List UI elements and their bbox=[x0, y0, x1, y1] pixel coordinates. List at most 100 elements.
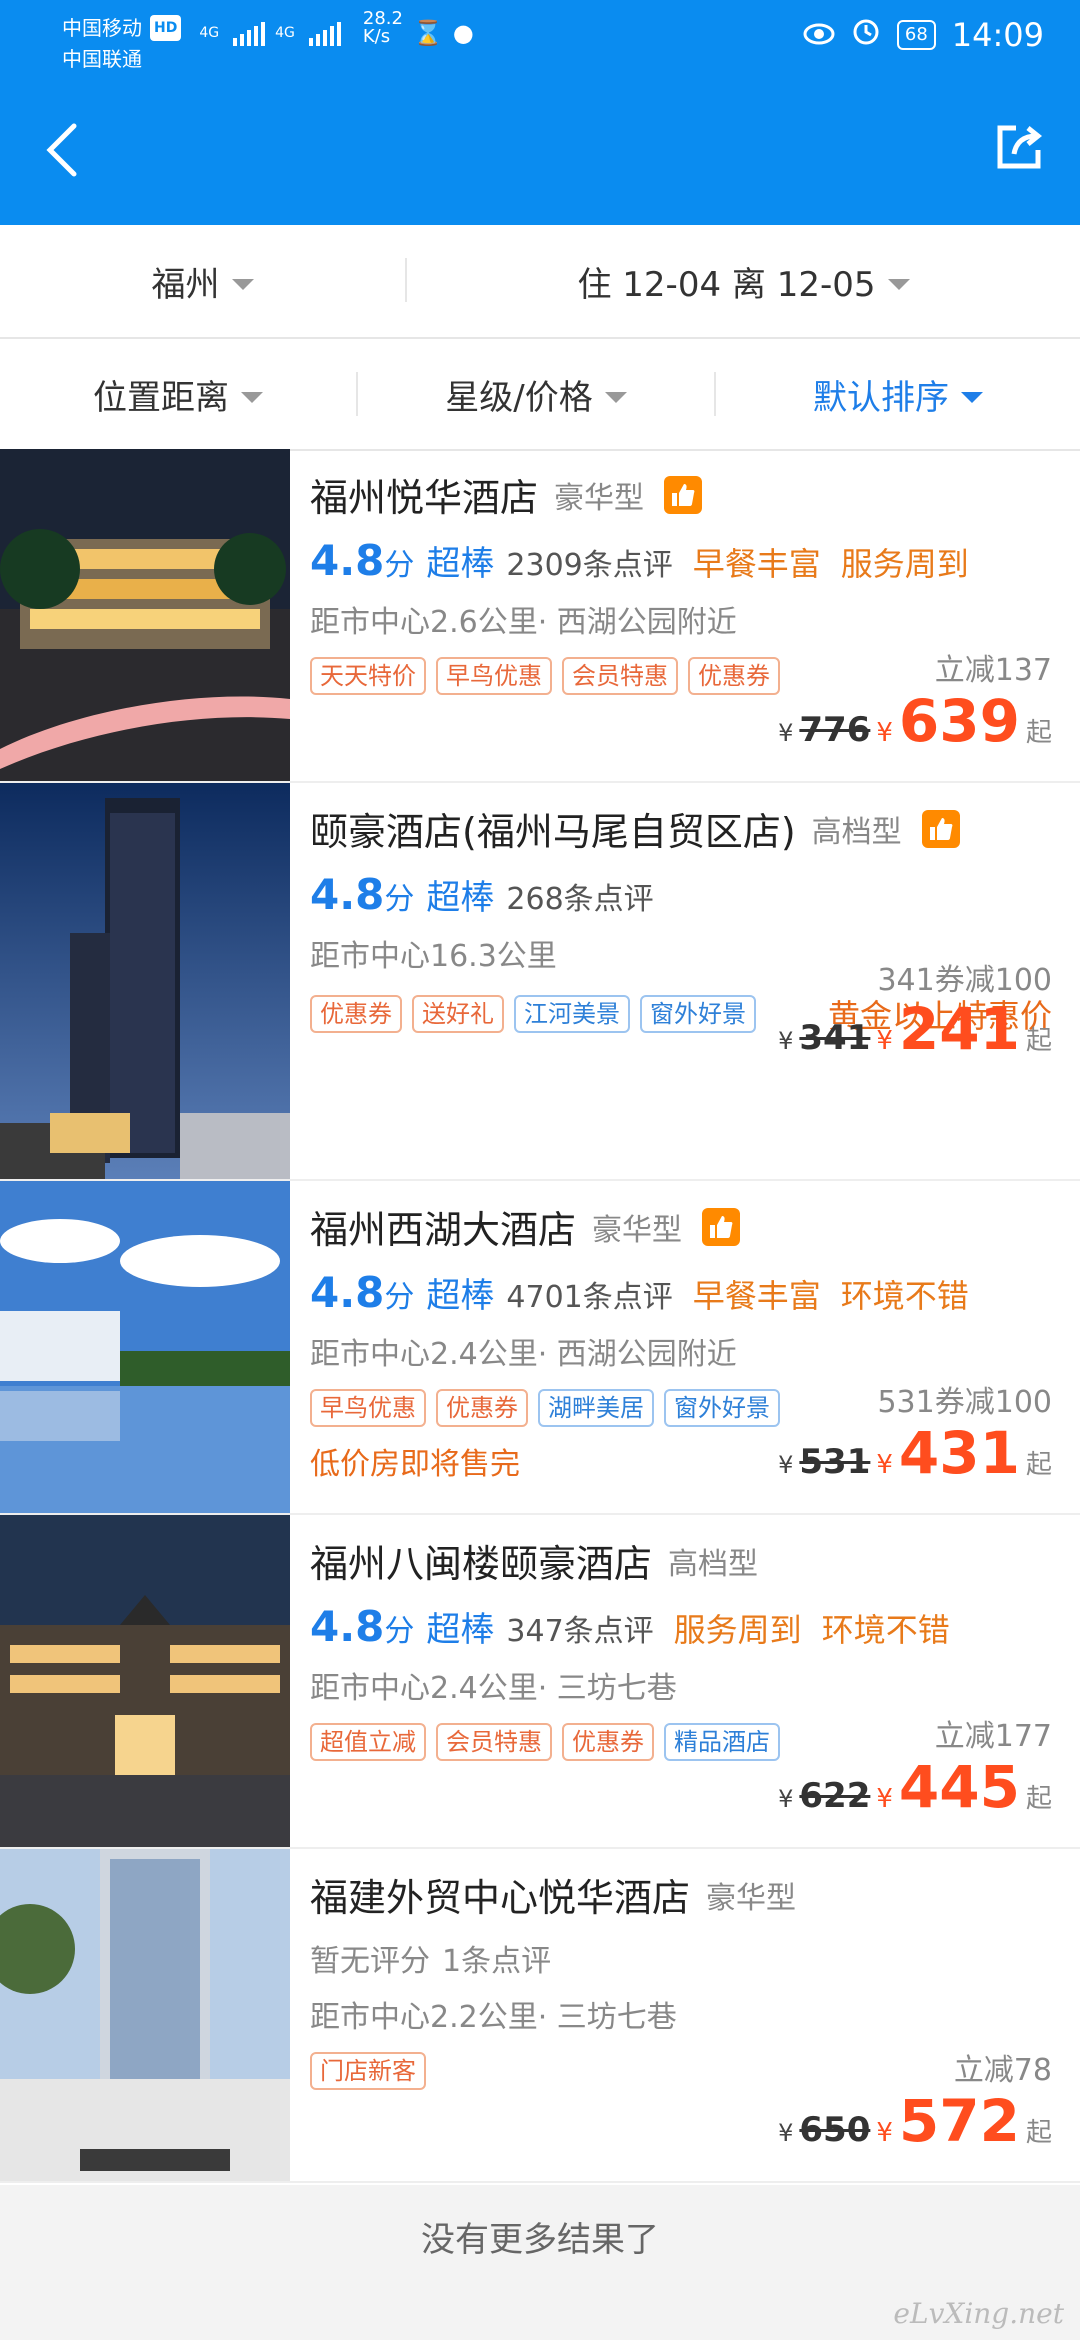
thumbs-up-icon bbox=[664, 475, 703, 514]
carrier-2: 中国联通 bbox=[62, 47, 142, 71]
net-speed: 28.2 K/s bbox=[363, 10, 403, 46]
share-button[interactable] bbox=[994, 120, 1046, 172]
price-suffix: 起 bbox=[1025, 1784, 1052, 1814]
status-right: 68 14:09 bbox=[803, 16, 1044, 54]
original-price: 531 bbox=[799, 1442, 871, 1482]
city-date-bar: 福州 住 12-04 离 12-05 bbox=[0, 225, 1080, 339]
sort-filter-label: 默认排序 bbox=[813, 377, 949, 418]
score-unit: 分 bbox=[384, 1280, 415, 1315]
discount-label: 立减137 bbox=[934, 653, 1052, 688]
currency-symbol: ¥ bbox=[876, 2118, 893, 2148]
current-price: 431 bbox=[898, 1419, 1020, 1487]
promo-tag: 优惠券 bbox=[310, 995, 402, 1033]
caret-down-icon bbox=[241, 391, 263, 403]
currency-symbol: ¥ bbox=[778, 1785, 794, 1813]
original-price: 341 bbox=[799, 1018, 871, 1058]
feature-tag: 窗外好景 bbox=[640, 995, 756, 1033]
hotel-score: 4.8 bbox=[310, 870, 385, 919]
hotel-score: 4.8 bbox=[310, 536, 385, 585]
feature-tag: 江河美景 bbox=[514, 995, 630, 1033]
promo-tag: 优惠券 bbox=[688, 657, 780, 695]
promo-tag: 会员特惠 bbox=[436, 1723, 552, 1761]
feature-tag: 早餐丰富 bbox=[692, 545, 821, 583]
top-bar: 中国移动 HD 4G 4G 28.2 K/s ⌛ ● 中国联通 68 14:09 bbox=[0, 0, 1080, 225]
review-count: 268条点评 bbox=[506, 882, 654, 917]
hotel-grade: 高档型 bbox=[811, 814, 902, 850]
score-unit: 分 bbox=[384, 548, 415, 583]
price-suffix: 起 bbox=[1025, 1026, 1052, 1056]
score-unit: 分 bbox=[384, 1614, 415, 1649]
hotel-card[interactable]: 颐豪酒店(福州马尾自贸区店) 高档型 4.8分 超棒 268条点评 距市中心16… bbox=[0, 783, 1080, 1181]
hd-badge: HD bbox=[150, 15, 182, 41]
city-label: 福州 bbox=[151, 264, 220, 305]
date-selector[interactable]: 住 12-04 离 12-05 bbox=[407, 225, 1080, 337]
star-price-filter-label: 星级/价格 bbox=[445, 377, 593, 418]
caret-down-icon bbox=[604, 391, 627, 403]
hotel-info: 福建外贸中心悦华酒店 豪华型 暂无评分 1条点评 距市中心2.2公里· 三坊七巷… bbox=[310, 1867, 1052, 2090]
signal-icon bbox=[308, 20, 341, 46]
promo-tag: 会员特惠 bbox=[562, 657, 678, 695]
price-row: ¥ 341 ¥ 241 起 bbox=[778, 995, 1052, 1063]
hotel-distance: 距市中心2.4公里· 西湖公园附近 bbox=[310, 1337, 737, 1372]
hotel-card[interactable]: 福州西湖大酒店 豪华型 4.8分 超棒 4701条点评 早餐丰富 环境不错 距市… bbox=[0, 1181, 1080, 1515]
hotel-score: 4.8 bbox=[310, 1602, 385, 1651]
price-suffix: 起 bbox=[1025, 718, 1052, 748]
hotel-grade: 豪华型 bbox=[554, 480, 645, 516]
hotel-photo bbox=[0, 783, 290, 1179]
price-suffix: 起 bbox=[1025, 2118, 1052, 2148]
distance-filter-label: 位置距离 bbox=[93, 377, 229, 418]
hotel-card[interactable]: 福州悦华酒店 豪华型 4.8分 超棒 2309条点评 早餐丰富 服务周到 距市中… bbox=[0, 449, 1080, 783]
review-count: 2309条点评 bbox=[506, 548, 673, 583]
feature-tag: 环境不错 bbox=[821, 1611, 950, 1649]
current-price: 241 bbox=[898, 995, 1020, 1063]
hotel-distance: 距市中心2.4公里· 三坊七巷 bbox=[310, 1671, 677, 1706]
signal-indicators: 4G 4G 28.2 K/s ⌛ ● bbox=[199, 10, 474, 47]
hotel-grade: 高档型 bbox=[668, 1546, 759, 1582]
hourglass-icon: ⌛ bbox=[412, 19, 443, 47]
hotel-name: 福州八闽楼颐豪酒店 bbox=[310, 1542, 653, 1586]
hotel-distance: 距市中心2.6公里· 西湖公园附近 bbox=[310, 605, 737, 640]
chevron-left-icon bbox=[46, 123, 77, 177]
promo-tag: 早鸟优惠 bbox=[436, 657, 552, 695]
hotel-grade: 豪华型 bbox=[592, 1212, 683, 1248]
hotel-distance: 距市中心2.2公里· 三坊七巷 bbox=[310, 2000, 677, 2035]
hotel-photo bbox=[0, 1181, 290, 1513]
hotel-list: 福州悦华酒店 豪华型 4.8分 超棒 2309条点评 早餐丰富 服务周到 距市中… bbox=[0, 449, 1080, 2183]
current-price: 572 bbox=[898, 2087, 1020, 2155]
hotel-score: 4.8 bbox=[310, 1268, 385, 1317]
hotel-card[interactable]: 福建外贸中心悦华酒店 豪华型 暂无评分 1条点评 距市中心2.2公里· 三坊七巷… bbox=[0, 1849, 1080, 2183]
promo-tag: 送好礼 bbox=[412, 995, 504, 1033]
back-button[interactable] bbox=[42, 120, 82, 180]
feature-tag: 服务周到 bbox=[840, 545, 969, 583]
alarm-icon bbox=[851, 16, 881, 54]
no-more-results-text: 没有更多结果了 bbox=[421, 2220, 659, 2260]
hotel-name: 福州西湖大酒店 bbox=[310, 1208, 577, 1252]
hotel-name: 福州悦华酒店 bbox=[310, 476, 539, 520]
caret-down-icon bbox=[231, 278, 254, 290]
carrier-1: 中国移动 bbox=[62, 16, 142, 40]
current-price: 445 bbox=[898, 1753, 1020, 1821]
sort-filter[interactable]: 默认排序 bbox=[716, 339, 1080, 449]
promo-tag: 超值立减 bbox=[310, 1723, 426, 1761]
hotel-card[interactable]: 福州八闽楼颐豪酒店 高档型 4.8分 超棒 347条点评 服务周到 环境不错 距… bbox=[0, 1515, 1080, 1849]
distance-filter[interactable]: 位置距离 bbox=[0, 339, 356, 449]
review-count: 4701条点评 bbox=[506, 1280, 673, 1315]
currency-symbol: ¥ bbox=[876, 1450, 893, 1480]
price-row: ¥ 622 ¥ 445 起 bbox=[778, 1753, 1052, 1821]
discount-label: 立减177 bbox=[934, 1719, 1052, 1754]
currency-symbol: ¥ bbox=[778, 719, 794, 747]
thumbs-up-icon bbox=[921, 809, 960, 848]
price-row: ¥ 650 ¥ 572 起 bbox=[778, 2087, 1052, 2155]
date-range-label: 住 12-04 离 12-05 bbox=[577, 264, 876, 305]
original-price: 650 bbox=[799, 2110, 871, 2150]
feature-tag: 服务周到 bbox=[673, 1611, 802, 1649]
battery-icon: 68 bbox=[896, 20, 936, 50]
discount-label: 531券减100 bbox=[877, 1385, 1052, 1420]
status-left: 中国移动 HD 4G 4G 28.2 K/s ⌛ ● 中国联通 bbox=[62, 10, 474, 72]
price-row: ¥ 531 ¥ 431 起 bbox=[778, 1419, 1052, 1487]
watermark: eLvXing.net bbox=[893, 2297, 1064, 2330]
thumbs-up-icon bbox=[702, 1207, 741, 1246]
star-price-filter[interactable]: 星级/价格 bbox=[358, 339, 714, 449]
feature-tag: 早餐丰富 bbox=[692, 1277, 821, 1315]
city-selector[interactable]: 福州 bbox=[0, 225, 405, 337]
